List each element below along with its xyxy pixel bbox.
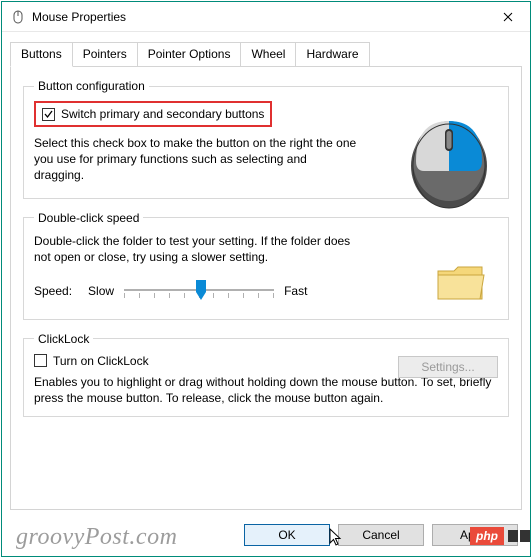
cancel-button[interactable]: Cancel [338,524,424,546]
clicklock-settings-button: Settings... [398,356,498,378]
tab-pointer-options[interactable]: Pointer Options [137,42,242,67]
tab-wheel[interactable]: Wheel [240,42,296,67]
group-double-click: Double-click speed Double-click the fold… [23,211,509,320]
clicklock-checkbox[interactable] [34,354,47,367]
php-badge-bars [508,530,530,542]
mouse-image [404,111,494,214]
tab-content: Button configuration Switch primary and … [10,66,522,510]
tab-hardware[interactable]: Hardware [295,42,369,67]
switch-primary-checkbox[interactable] [42,108,55,121]
dialog-button-bar: OK Cancel Apply [2,518,530,556]
tab-buttons[interactable]: Buttons [10,42,73,67]
clicklock-label: Turn on ClickLock [53,354,149,368]
slow-label: Slow [88,284,114,298]
speed-label: Speed: [34,284,72,298]
php-badge: php [470,527,530,545]
double-click-help: Double-click the folder to test your set… [34,233,498,265]
titlebar: Mouse Properties [2,2,530,32]
legend-button-config: Button configuration [34,79,149,93]
legend-double-click: Double-click speed [34,211,143,225]
tab-pointers[interactable]: Pointers [72,42,138,67]
switch-primary-label: Switch primary and secondary buttons [61,107,264,121]
legend-clicklock: ClickLock [34,332,93,346]
slider-thumb-icon [194,280,208,302]
ok-button[interactable]: OK [244,524,330,546]
fast-label: Fast [284,284,307,298]
switch-primary-highlight: Switch primary and secondary buttons [34,101,272,127]
clicklock-help: Enables you to highlight or drag without… [34,374,498,406]
group-clicklock: ClickLock Turn on ClickLock Settings... … [23,332,509,417]
speed-slider[interactable] [124,279,274,303]
php-badge-text: php [470,527,504,545]
mouse-icon [10,9,26,25]
speed-row: Speed: Slow Fast [34,279,498,303]
tabs-row: Buttons Pointers Pointer Options Wheel H… [2,32,530,67]
folder-test-icon[interactable] [434,259,488,310]
window-title: Mouse Properties [32,10,486,24]
group-button-configuration: Button configuration Switch primary and … [23,79,509,199]
close-button[interactable] [486,2,530,32]
